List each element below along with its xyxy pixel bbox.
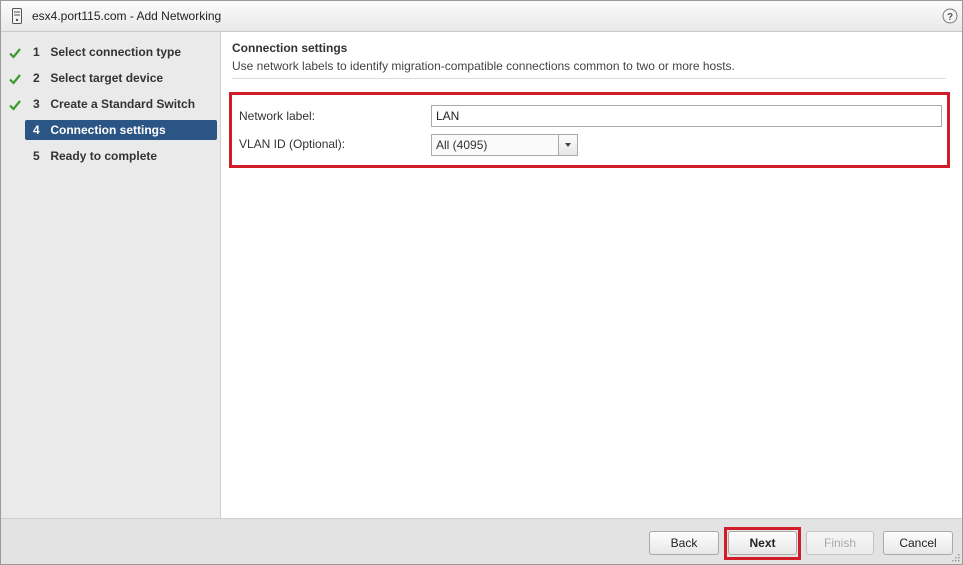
highlight-box xyxy=(229,92,950,168)
network-label-label: Network label: xyxy=(239,109,316,123)
step-select-connection-type[interactable]: 1 Select connection type xyxy=(25,42,217,62)
step-label: Create a Standard Switch xyxy=(50,97,196,111)
vlan-id-value: All (4095) xyxy=(436,138,488,152)
main-panel: Connection settings Use network labels t… xyxy=(222,32,962,518)
divider xyxy=(232,78,946,79)
network-label-input[interactable] xyxy=(431,105,942,127)
footer: Back Next Finish Cancel xyxy=(1,518,962,564)
server-icon xyxy=(12,8,22,24)
next-button[interactable]: Next xyxy=(728,531,797,555)
checkmark-icon xyxy=(9,48,21,59)
step-number: 2 xyxy=(33,71,40,85)
checkmark-icon xyxy=(9,74,21,85)
dropdown-arrow-icon[interactable] xyxy=(558,135,577,155)
step-connection-settings[interactable]: 4 Connection settings xyxy=(25,120,217,140)
section-description: Use network labels to identify migration… xyxy=(232,59,735,73)
vlan-id-label: VLAN ID (Optional): xyxy=(239,137,346,151)
step-create-standard-switch[interactable]: 3 Create a Standard Switch xyxy=(25,94,217,114)
step-number: 3 xyxy=(33,97,40,111)
cancel-button[interactable]: Cancel xyxy=(883,531,953,555)
title-bar: esx4.port115.com - Add Networking ? xyxy=(1,1,962,32)
step-select-target-device[interactable]: 2 Select target device xyxy=(25,68,217,88)
step-label: Select connection type xyxy=(50,45,182,59)
section-title: Connection settings xyxy=(232,41,348,55)
vlan-id-select[interactable]: All (4095) xyxy=(431,134,578,156)
step-number: 1 xyxy=(33,45,40,59)
back-button[interactable]: Back xyxy=(649,531,719,555)
checkmark-icon xyxy=(9,100,21,111)
help-icon[interactable]: ? xyxy=(942,8,958,24)
window-title: esx4.port115.com - Add Networking xyxy=(32,9,222,23)
step-label: Ready to complete xyxy=(50,149,158,163)
step-label: Select target device xyxy=(50,71,164,85)
finish-button[interactable]: Finish xyxy=(806,531,874,555)
add-networking-dialog: esx4.port115.com - Add Networking ? 1 Se… xyxy=(0,0,963,565)
step-ready-to-complete[interactable]: 5 Ready to complete xyxy=(25,146,217,166)
step-number: 4 xyxy=(33,123,40,137)
svg-text:?: ? xyxy=(947,12,953,23)
resize-grip-icon[interactable] xyxy=(950,552,960,562)
step-label: Connection settings xyxy=(50,123,166,137)
wizard-steps: 1 Select connection type 2 Select target… xyxy=(1,32,221,518)
step-number: 5 xyxy=(33,149,40,163)
